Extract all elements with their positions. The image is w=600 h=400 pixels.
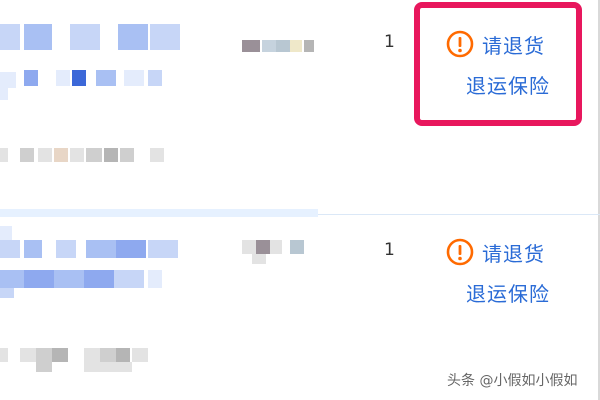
blurred-block	[0, 270, 24, 288]
blurred-block	[38, 148, 52, 162]
blurred-block	[148, 70, 162, 86]
blurred-block	[150, 24, 180, 50]
blurred-block	[24, 270, 54, 288]
blurred-block	[118, 24, 148, 50]
blurred-block	[36, 348, 52, 362]
blurred-block	[86, 148, 102, 162]
blurred-block	[96, 70, 116, 86]
blurred-block	[84, 362, 132, 372]
return-request-label[interactable]: 请退货	[482, 238, 545, 267]
blurred-block	[262, 40, 276, 52]
blurred-block	[104, 148, 118, 162]
blurred-block	[100, 348, 116, 362]
blurred-block	[124, 70, 144, 86]
quantity: 1	[384, 240, 395, 260]
blurred-product-title	[0, 226, 12, 240]
blurred-block	[150, 148, 164, 162]
blurred-block	[72, 70, 86, 86]
blurred-block	[252, 254, 266, 264]
highlight-annotation-box	[414, 2, 582, 126]
blurred-block	[24, 24, 52, 50]
exclamation-circle-icon	[446, 238, 474, 266]
blurred-block	[114, 270, 144, 288]
blurred-block	[84, 270, 114, 288]
blurred-block	[290, 240, 304, 254]
order-row-1: 1 请退货 退运保险	[0, 0, 600, 210]
quantity: 1	[384, 32, 395, 52]
return-request-link[interactable]: 请退货	[446, 236, 586, 268]
return-insurance-link[interactable]: 退运保险	[446, 278, 586, 307]
blurred-block	[120, 148, 134, 162]
blurred-product-spec	[0, 148, 8, 162]
blurred-block	[52, 348, 68, 362]
blurred-block	[56, 240, 76, 258]
blurred-block	[132, 348, 148, 362]
blurred-block	[276, 40, 290, 52]
blurred-price	[242, 240, 256, 254]
blurred-block	[70, 148, 84, 162]
watermark-text: 头条 @小假如小假如	[447, 373, 578, 389]
blurred-block	[54, 270, 84, 288]
blurred-block	[24, 70, 38, 86]
blurred-block	[20, 148, 34, 162]
blurred-block	[0, 72, 16, 88]
blurred-block	[0, 88, 8, 100]
blurred-block	[0, 240, 20, 258]
blurred-block	[86, 240, 116, 258]
blurred-block	[24, 240, 42, 258]
blurred-price	[242, 40, 260, 52]
blurred-block	[256, 240, 270, 254]
blurred-product-spec	[0, 348, 8, 362]
blurred-block	[148, 270, 162, 288]
blurred-block	[54, 148, 68, 162]
blurred-block	[290, 40, 302, 52]
blurred-block	[70, 24, 100, 50]
blurred-block	[270, 240, 282, 254]
blurred-block	[116, 240, 146, 258]
blurred-block	[116, 348, 130, 362]
blurred-block	[304, 40, 314, 52]
blurred-block	[148, 240, 178, 258]
blurred-block	[84, 348, 100, 362]
blurred-block	[0, 288, 14, 298]
blurred-block	[36, 362, 52, 372]
blurred-block	[56, 70, 70, 86]
return-action: 请退货 退运保险	[446, 236, 586, 307]
blurred-product-title	[0, 24, 20, 50]
blurred-block	[20, 348, 36, 362]
